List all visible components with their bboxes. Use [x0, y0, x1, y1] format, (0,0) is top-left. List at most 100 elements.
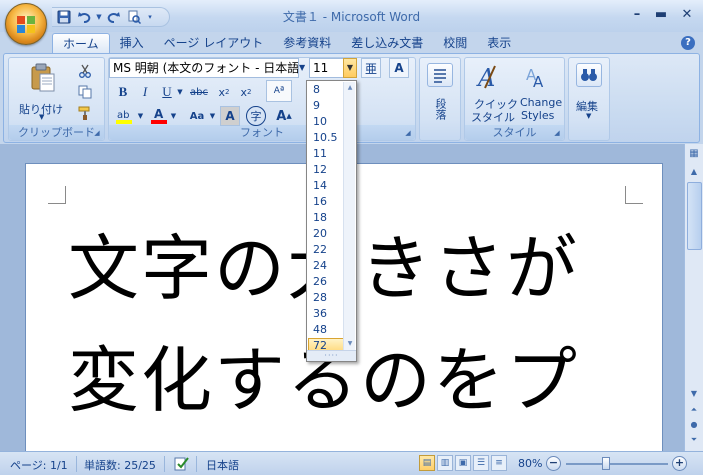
tab-mailings[interactable]: 差し込み文書 — [341, 33, 433, 53]
resize-grip-icon[interactable]: ···· — [307, 350, 356, 361]
paste-button[interactable]: 貼り付け ▼ — [19, 61, 67, 121]
undo-icon[interactable] — [76, 9, 92, 25]
grow-font-icon[interactable]: A ▲ — [274, 106, 294, 126]
office-logo-icon — [17, 16, 35, 33]
chevron-down-icon[interactable]: ▼ — [136, 106, 145, 126]
tab-review[interactable]: 校閲 — [433, 33, 477, 53]
font-size-option[interactable]: 48 — [308, 322, 344, 338]
zoom-slider-track[interactable] — [566, 463, 668, 465]
vertical-scrollbar[interactable]: ▲ ▼ ⏶ ● ⏷ — [684, 162, 703, 451]
chevron-down-icon[interactable]: ▼ — [175, 82, 185, 102]
font-size-option[interactable]: 12 — [308, 162, 344, 178]
scroll-up-icon[interactable]: ▲ — [345, 83, 355, 93]
clipboard-launcher-icon[interactable]: ◢ — [92, 128, 102, 138]
font-size-option[interactable]: 20 — [308, 226, 344, 242]
font-size-option[interactable]: 11 — [308, 146, 344, 162]
subscript-button[interactable]: x2 — [214, 82, 234, 102]
change-case-button[interactable]: Aa — [184, 106, 210, 126]
superscript-button[interactable]: x2 — [236, 82, 256, 102]
zoom-out-icon[interactable]: − — [546, 456, 561, 471]
font-launcher-icon[interactable]: ◢ — [403, 128, 413, 138]
styles-launcher-icon[interactable]: ◢ — [552, 128, 562, 138]
font-size-option[interactable]: 14 — [308, 178, 344, 194]
redo-icon[interactable] — [106, 9, 122, 25]
font-size-option[interactable]: 24 — [308, 258, 344, 274]
font-color-button[interactable]: A — [149, 106, 169, 126]
clear-formatting-icon[interactable]: Aª — [266, 80, 292, 102]
bold-button[interactable]: B — [113, 82, 133, 102]
draft-view-icon[interactable]: ≡ — [491, 455, 507, 471]
highlight-color-button[interactable]: ab — [113, 106, 137, 126]
outline-view-icon[interactable]: ☰ — [473, 455, 489, 471]
web-layout-icon[interactable]: ▣ — [455, 455, 471, 471]
office-button[interactable] — [5, 3, 47, 45]
character-border-icon[interactable]: A — [389, 58, 409, 78]
maximize-button[interactable]: ▬ — [652, 7, 670, 23]
paragraph-group[interactable]: 段落 — [419, 57, 461, 141]
font-size-option[interactable]: 10.5 — [308, 130, 344, 146]
character-shading-icon[interactable]: A — [220, 106, 240, 126]
font-size-option[interactable]: 18 — [308, 210, 344, 226]
styles-group-label: スタイル — [465, 125, 564, 140]
change-styles-label-2: Styles — [521, 109, 555, 122]
view-ruler-icon[interactable]: ▦ — [684, 144, 703, 162]
italic-button[interactable]: I — [135, 82, 155, 102]
previous-page-icon[interactable]: ⏶ — [686, 402, 702, 418]
editing-group[interactable]: 編集 ▼ — [568, 57, 610, 141]
strikethrough-button[interactable]: abc — [188, 82, 210, 102]
tab-page-layout[interactable]: ページ レイアウト — [154, 33, 274, 53]
tab-view[interactable]: 表示 — [477, 33, 521, 53]
font-name-dropdown-icon[interactable]: ▼ — [299, 58, 308, 78]
font-name-combobox[interactable]: MS 明朝 (本文のフォント - 日本語) — [109, 58, 299, 78]
font-size-option[interactable]: 9 — [308, 98, 344, 114]
change-styles-button[interactable]: A A Change Styles — [515, 60, 563, 124]
copy-icon[interactable] — [75, 82, 95, 102]
select-browse-object-icon[interactable]: ● — [686, 417, 702, 433]
minimize-button[interactable]: – — [628, 7, 646, 23]
font-size-option[interactable]: 8 — [308, 82, 344, 98]
chevron-down-icon: ▼ — [586, 112, 592, 120]
font-size-list-scrollbar[interactable]: ▲ ▼ — [343, 82, 355, 350]
next-page-icon[interactable]: ⏷ — [686, 432, 702, 448]
phonetic-guide-icon[interactable]: 亜 — [361, 58, 381, 78]
underline-button[interactable]: U — [157, 82, 177, 102]
scroll-thumb[interactable] — [687, 182, 702, 250]
zoom-in-icon[interactable]: + — [672, 456, 687, 471]
scroll-up-icon[interactable]: ▲ — [686, 164, 702, 180]
help-icon[interactable]: ? — [681, 36, 695, 50]
tab-home[interactable]: ホーム — [52, 33, 110, 53]
status-divider — [76, 456, 77, 472]
font-size-dropdown-icon[interactable]: ▼ — [343, 58, 357, 78]
title-bar: 文書１ - Microsoft Word ▼ ▾ – ▬ ✕ — [0, 0, 703, 32]
chevron-down-icon[interactable]: ▼ — [96, 9, 102, 25]
paragraph-icon — [427, 63, 453, 87]
font-size-option[interactable]: 28 — [308, 290, 344, 306]
scroll-down-icon[interactable]: ▼ — [686, 386, 702, 402]
zoom-slider-thumb[interactable] — [601, 457, 610, 470]
chevron-down-icon[interactable]: ▼ — [208, 106, 217, 126]
font-size-option[interactable]: 16 — [308, 194, 344, 210]
print-layout-view-icon[interactable]: ▤ — [419, 455, 435, 471]
close-button[interactable]: ✕ — [678, 7, 696, 23]
font-size-option[interactable]: 26 — [308, 274, 344, 290]
font-size-option[interactable]: 22 — [308, 242, 344, 258]
tab-insert[interactable]: 挿入 — [110, 33, 154, 53]
scroll-down-icon[interactable]: ▼ — [345, 339, 355, 349]
cut-icon[interactable] — [75, 61, 95, 81]
customize-toolbar-icon[interactable]: ▾ — [146, 9, 154, 25]
language-indicator[interactable]: 日本語 — [206, 457, 239, 473]
enclose-characters-icon[interactable]: 字 — [246, 106, 266, 126]
zoom-level[interactable]: 80% — [518, 457, 542, 470]
format-painter-icon[interactable] — [75, 103, 95, 123]
save-icon[interactable] — [56, 9, 72, 25]
chevron-down-icon[interactable]: ▼ — [169, 106, 178, 126]
print-preview-icon[interactable] — [126, 9, 142, 25]
quick-styles-button[interactable]: A クイック スタイル — [467, 60, 518, 124]
tab-references[interactable]: 参考資料 — [273, 33, 341, 53]
proofing-icon[interactable] — [174, 455, 190, 474]
font-size-option[interactable]: 36 — [308, 306, 344, 322]
font-size-option[interactable]: 10 — [308, 114, 344, 130]
page-count[interactable]: ページ: 1/1 — [10, 457, 68, 473]
full-screen-reading-icon[interactable]: ▥ — [437, 455, 453, 471]
word-count[interactable]: 単語数: 25/25 — [84, 457, 156, 473]
